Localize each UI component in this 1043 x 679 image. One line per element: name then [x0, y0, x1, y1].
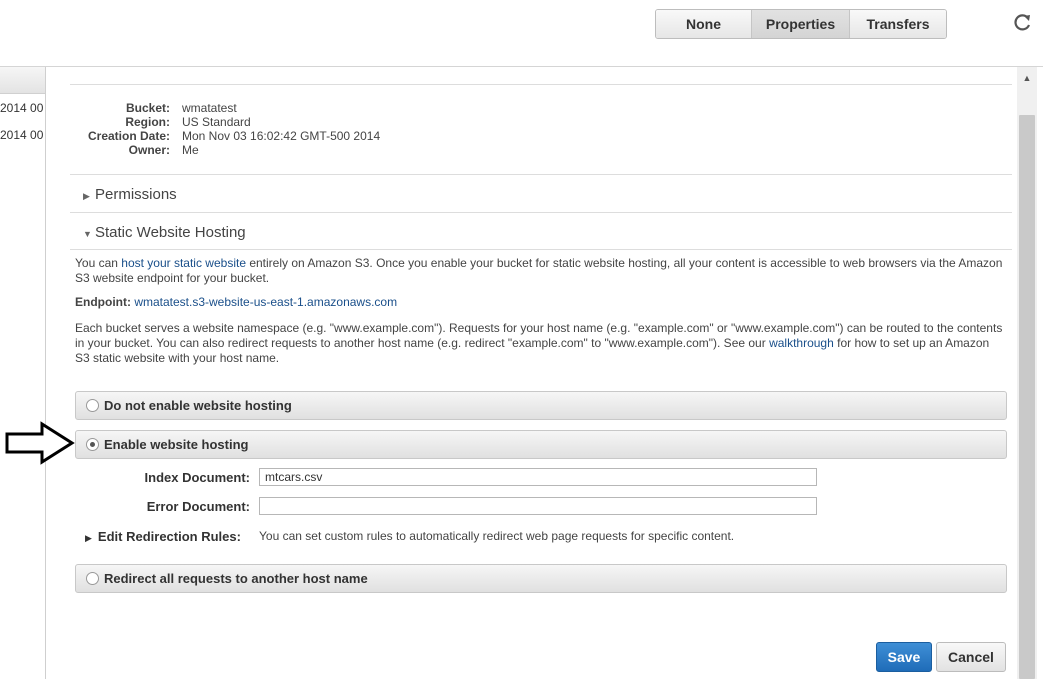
region-value: US Standard	[182, 115, 251, 129]
bucket-value: wmatatest	[182, 101, 237, 115]
redirect-requests-label[interactable]: Redirect all requests to another host na…	[104, 571, 368, 586]
error-document-input[interactable]	[259, 497, 817, 515]
redirection-rules-row[interactable]: ▶ Edit Redirection Rules: You can set cus…	[85, 529, 734, 544]
static-hosting-title[interactable]: Static Website Hosting	[83, 224, 246, 241]
cancel-button[interactable]: Cancel	[936, 642, 1006, 672]
scrollbar-thumb[interactable]	[1019, 115, 1035, 679]
option-disable-hosting[interactable]: Do not enable website hosting	[75, 391, 1007, 420]
top-toolbar: None Properties Transfers	[0, 0, 1043, 67]
panel-toggle-group: None Properties Transfers	[655, 9, 947, 39]
walkthrough-link[interactable]: walkthrough	[769, 336, 834, 350]
none-button[interactable]: None	[656, 10, 752, 38]
hosting-intro: You can host your static website entirel…	[75, 256, 1005, 286]
creation-date-value: Mon Nov 03 16:02:42 GMT-500 2014	[182, 129, 381, 143]
refresh-icon[interactable]	[1011, 12, 1033, 34]
caret-right-icon: ▶	[85, 533, 92, 543]
host-static-website-link[interactable]: host your static website	[121, 256, 246, 270]
vertical-scrollbar[interactable]: ▲	[1017, 67, 1037, 679]
disable-hosting-label[interactable]: Do not enable website hosting	[104, 398, 292, 413]
transfers-button[interactable]: Transfers	[850, 10, 946, 38]
permissions-section[interactable]: ▶ Permissions	[70, 174, 1012, 213]
divider	[70, 249, 1012, 250]
enable-hosting-radio[interactable]	[86, 438, 99, 451]
list-item-date[interactable]: 00 2014	[0, 128, 45, 142]
save-button[interactable]: Save	[876, 642, 932, 672]
divider	[70, 84, 1012, 85]
bucket-info: Bucket: wmatatest Region: US Standard Crea…	[70, 101, 470, 157]
redirection-rules-text: You can set custom rules to automaticall…	[259, 529, 735, 543]
intro-text: You can	[75, 256, 122, 270]
static-hosting-section[interactable]: ▼ Static Website Hosting	[70, 212, 1012, 250]
region-label: Region:	[125, 115, 170, 129]
bucket-label: Bucket:	[125, 101, 170, 115]
properties-panel: Bucket: wmatatest Region: US Standard Crea…	[70, 67, 1012, 679]
index-document-input[interactable]	[259, 468, 817, 486]
properties-button[interactable]: Properties	[752, 10, 850, 38]
endpoint-link[interactable]: wmatatest.s3-website-us-east-1.amazonaws…	[134, 295, 397, 309]
creation-date-label: Creation Date:	[87, 129, 170, 143]
redirect-requests-radio[interactable]	[86, 572, 99, 585]
redirection-rules-toggle[interactable]: Edit Redirection Rules:	[98, 529, 241, 544]
arrow-annotation-icon	[5, 421, 75, 465]
object-list-pane: 00 2014 00 2014	[0, 67, 46, 679]
owner-value: Me	[182, 143, 199, 157]
option-enable-hosting[interactable]: Enable website hosting	[75, 430, 1007, 459]
option-redirect-requests[interactable]: Redirect all requests to another host na…	[75, 564, 1007, 593]
index-document-label: Index Document:	[144, 470, 250, 485]
disable-hosting-radio[interactable]	[86, 399, 99, 412]
enable-hosting-label[interactable]: Enable website hosting	[104, 437, 248, 452]
error-document-label: Error Document:	[146, 499, 250, 514]
scroll-up-icon[interactable]: ▲	[1017, 67, 1037, 89]
list-header	[0, 67, 45, 94]
owner-label: Owner:	[128, 143, 170, 157]
namespace-description: Each bucket serves a website namespace (…	[75, 321, 1005, 366]
permissions-title[interactable]: Permissions	[83, 186, 177, 203]
endpoint-label: Endpoint:	[75, 295, 131, 309]
endpoint-row: Endpoint: wmatatest.s3-website-us-east-1…	[75, 295, 1005, 310]
list-item-date[interactable]: 00 2014	[0, 101, 45, 115]
